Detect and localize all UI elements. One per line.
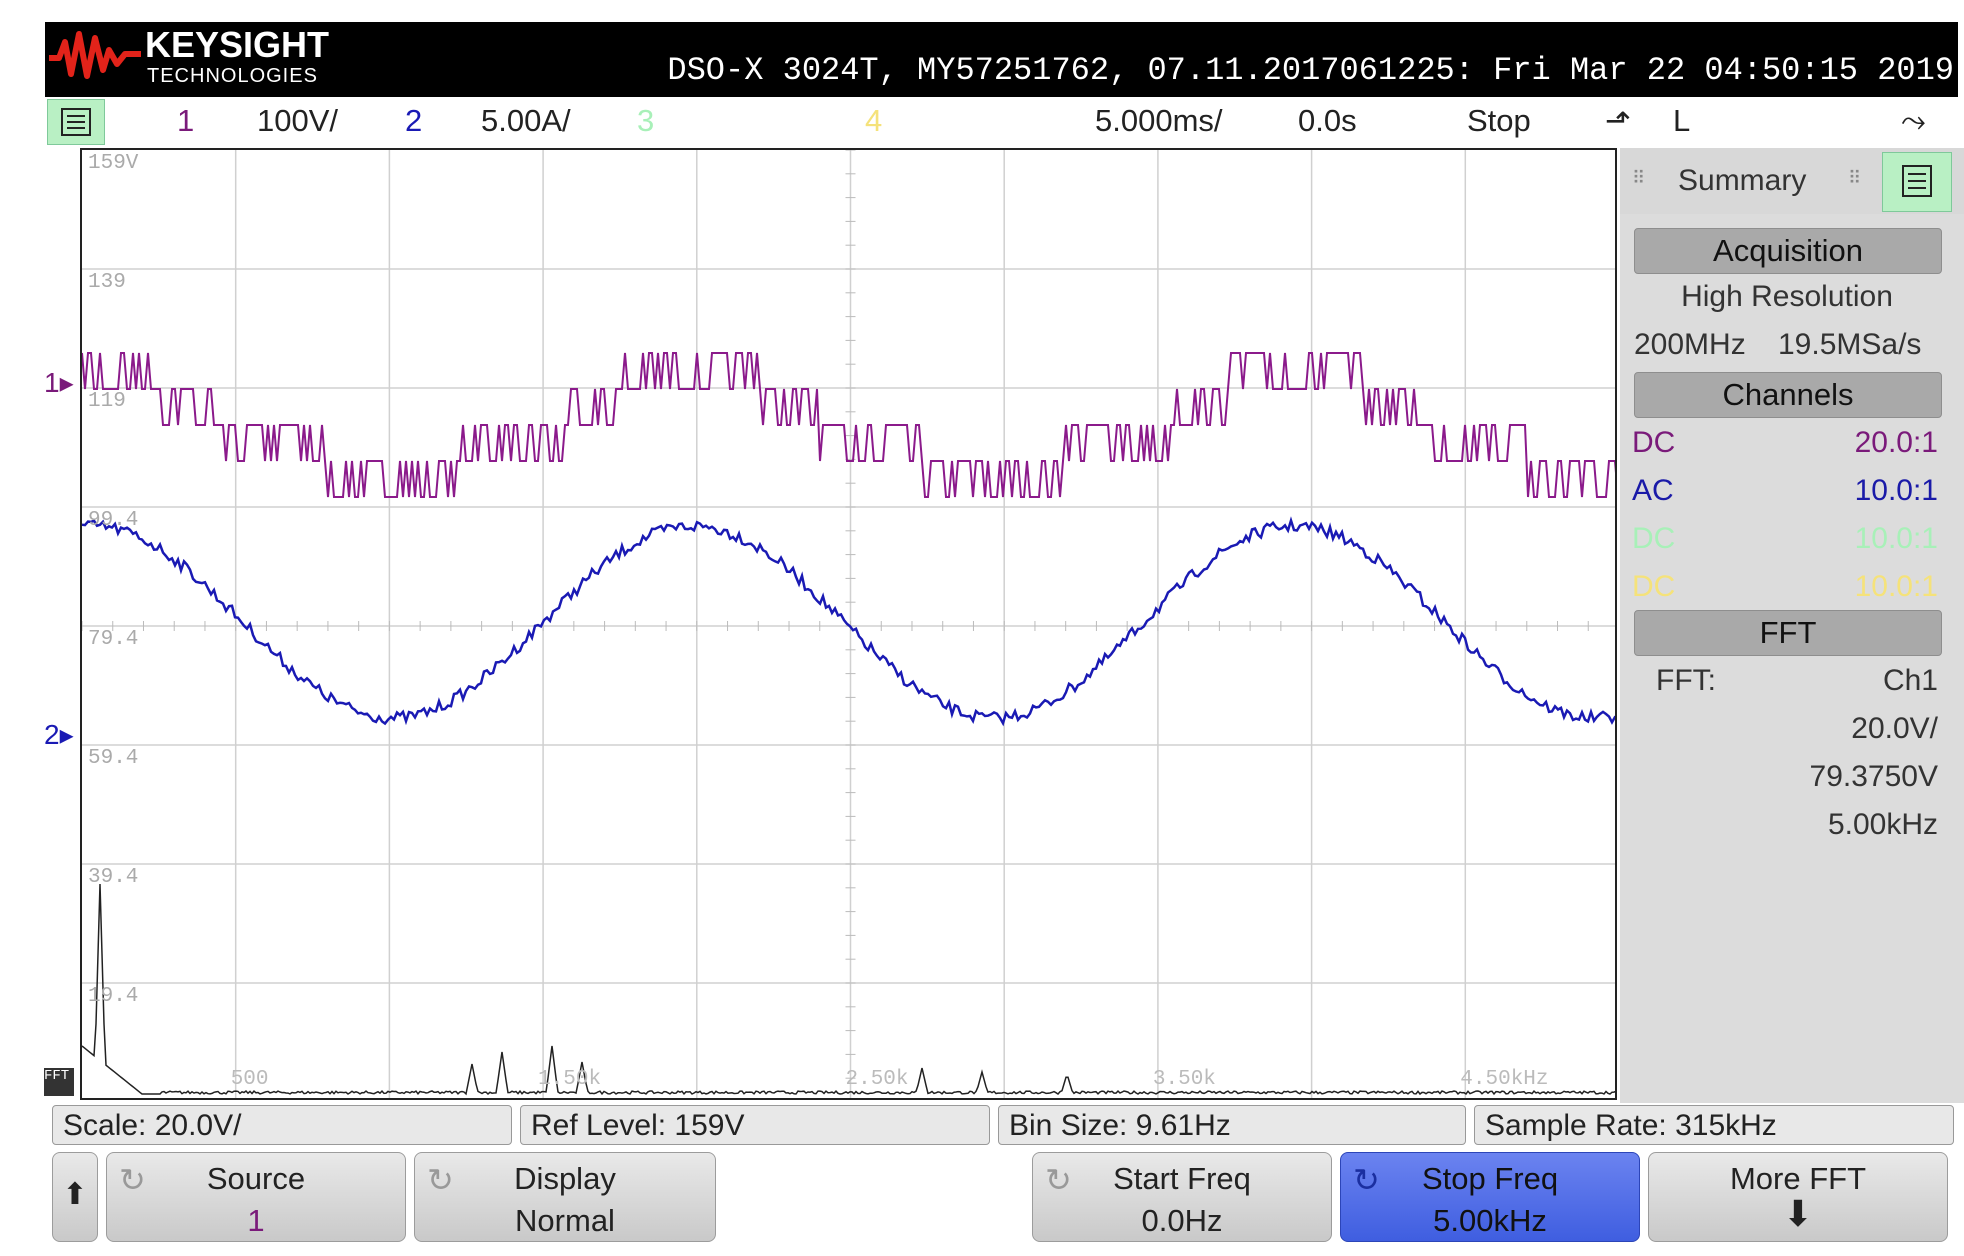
fft-frequency-label: 1.50k (538, 1068, 602, 1091)
display-value: Normal (515, 1203, 615, 1238)
ch1-scale[interactable]: 100V/ (257, 103, 338, 139)
fft-section-header: FFT (1634, 610, 1942, 656)
bin-size-info: Bin Size: 9.61Hz (998, 1105, 1466, 1145)
channel-status-bar: 1 100V/ 2 5.00A/ 3 4 5.000ms/ 0.0s Stop … (45, 97, 1958, 148)
y-axis-label: 79.4 (88, 628, 139, 651)
waveform-display[interactable]: 159V 139 119 99.4 79.4 59.4 39.4 19.4 500 1.50k 2… (80, 148, 1617, 1100)
ch2-ground-marker[interactable]: 2▸ (44, 718, 74, 751)
fft-scale: 20.0V/ (1851, 712, 1938, 745)
sample-rate-value: 19.5MSa/s (1778, 328, 1922, 361)
trigger-type-icon[interactable]: ⤳ (1901, 103, 1926, 140)
back-button[interactable]: ⬆ (52, 1152, 98, 1242)
y-axis-label: 39.4 (88, 866, 139, 889)
drag-handle-right-icon[interactable]: ⠿ (1848, 168, 1861, 189)
fft-scale-info: Scale: 20.0V/ (52, 1105, 512, 1145)
y-axis-label: 19.4 (88, 985, 139, 1008)
ch4-number[interactable]: 4 (865, 103, 882, 139)
source-label: Source (206, 1161, 306, 1196)
fft-frequency-label: 3.50k (1152, 1068, 1216, 1091)
channel-probe-ratio: 10.0:1 (1854, 474, 1938, 507)
y-axis-label: 159V (88, 152, 139, 175)
up-arrow-icon: ⬆ (62, 1178, 88, 1211)
graticule-grid (82, 150, 1615, 1098)
start-freq-softkey[interactable]: ↻ Start Freq 0.0Hz (1032, 1152, 1332, 1242)
ch1-number[interactable]: 1 (177, 103, 194, 139)
channel-coupling: DC (1632, 426, 1676, 459)
ch1-marker-label: 1 (44, 367, 60, 398)
brand-subtitle: TECHNOLOGIES (147, 65, 318, 87)
ch1-ground-marker[interactable]: 1▸ (44, 366, 74, 399)
header-bar: KEYSIGHT TECHNOLOGIES DSO-X 3024T, MY572… (45, 22, 1958, 97)
instrument-info: DSO-X 3024T, MY57251762, 07.11.201706122… (667, 52, 1954, 89)
menu-list-icon (61, 108, 91, 136)
y-axis-label: 139 (88, 271, 126, 294)
keysight-logo-icon (49, 31, 141, 79)
brand-name: KEYSIGHT (145, 24, 330, 65)
y-axis-label: 119 (88, 390, 126, 413)
drag-handle-icon[interactable]: ⠿ (1632, 168, 1645, 189)
timebase-scale[interactable]: 5.000ms/ (1095, 103, 1223, 139)
fft-frequency-label: 2.50k (845, 1068, 909, 1091)
run-state[interactable]: Stop (1467, 103, 1531, 139)
fft-label: FFT: (1656, 664, 1716, 697)
ch2-marker-label: 2 (44, 719, 60, 750)
fft-reference: 79.3750V (1809, 760, 1938, 793)
channel-probe-ratio: 20.0:1 (1854, 426, 1938, 459)
acquisition-mode: High Resolution (1681, 280, 1893, 313)
fft-source: Ch1 (1882, 664, 1938, 697)
channel-coupling: DC (1632, 570, 1676, 603)
ch2-current-trace (82, 516, 1615, 727)
fft-span: 5.00kHz (1827, 808, 1938, 841)
y-axis-label: 59.4 (88, 747, 139, 770)
fft-frequency-label: 4.50kHz (1460, 1068, 1549, 1091)
sample-rate-info: Sample Rate: 315kHz (1474, 1105, 1954, 1145)
fft-spectrum-trace (82, 883, 1615, 1096)
stop-freq-softkey[interactable]: ↻ Stop Freq 5.00kHz (1340, 1152, 1640, 1242)
channel-probe-ratio: 10.0:1 (1854, 522, 1938, 555)
start-freq-label: Start Freq (1113, 1161, 1251, 1196)
summary-menu-button[interactable] (1882, 152, 1952, 212)
trigger-slope-icon[interactable]: ⬏ (1605, 103, 1631, 139)
ch1-voltage-trace (82, 352, 1615, 498)
display-softkey[interactable]: ↻ Display Normal (414, 1152, 716, 1242)
stop-freq-value: 5.00kHz (1433, 1203, 1547, 1238)
summary-title[interactable]: Summary (1678, 164, 1806, 198)
acquisition-section-header: Acquisition (1634, 228, 1942, 274)
menu-list-icon (1902, 165, 1932, 197)
source-value: 1 (247, 1203, 265, 1238)
horizontal-delay[interactable]: 0.0s (1298, 103, 1357, 139)
summary-panel: ⠿ Summary ⠿ Acquisition High Resolution … (1620, 148, 1964, 1103)
y-axis-label: 99.4 (88, 509, 139, 532)
channels-section-header: Channels (1634, 372, 1942, 418)
more-fft-softkey[interactable]: More FFT ⬇ (1648, 1152, 1948, 1242)
channel-coupling: DC (1632, 522, 1676, 555)
more-fft-label: More FFT (1729, 1161, 1867, 1196)
main-menu-button[interactable] (47, 99, 105, 145)
stop-freq-label: Stop Freq (1421, 1161, 1559, 1196)
fft-trace-tag: FFT (44, 1068, 74, 1096)
down-arrow-icon: ⬇ (1782, 1193, 1814, 1234)
ch2-scale[interactable]: 5.00A/ (481, 103, 571, 139)
ch3-number[interactable]: 3 (637, 103, 654, 139)
trigger-level[interactable]: L (1673, 103, 1690, 139)
display-label: Display (514, 1161, 616, 1196)
summary-header: ⠿ Summary ⠿ (1620, 148, 1964, 214)
fft-frequency-label: 500 (230, 1068, 269, 1091)
ref-level-info: Ref Level: 159V (520, 1105, 990, 1145)
start-freq-value: 0.0Hz (1141, 1203, 1223, 1238)
channel-probe-ratio: 10.0:1 (1854, 570, 1938, 603)
channel-coupling: AC (1632, 474, 1674, 507)
source-softkey[interactable]: ↻ Source 1 (106, 1152, 406, 1242)
ch2-number[interactable]: 2 (405, 103, 422, 139)
